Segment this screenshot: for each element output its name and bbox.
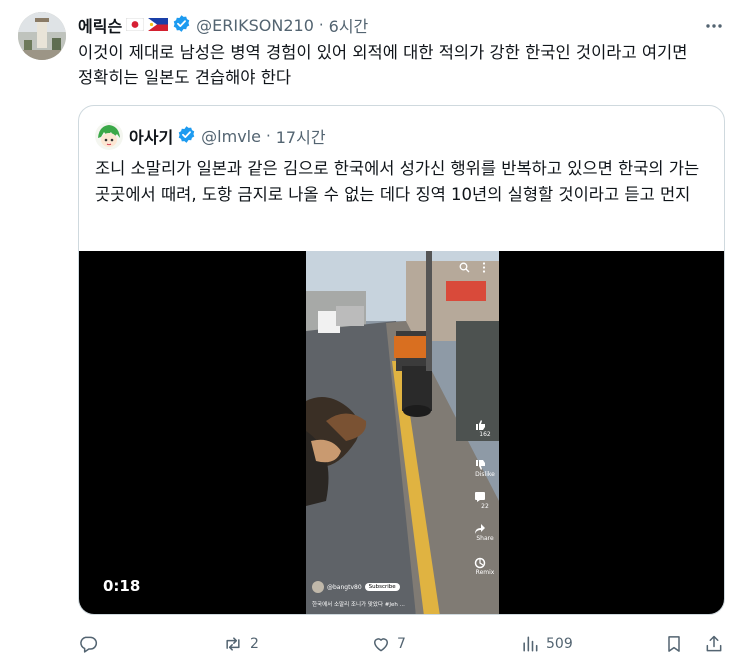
quote-separator-dot: · — [265, 127, 271, 145]
japan-flag-icon — [125, 16, 145, 35]
tweet-actions: 2 7 509 — [78, 630, 728, 658]
tiktok-dislike-icon: Dislike — [474, 459, 496, 478]
tiktok-subscribe-button: Subscribe — [364, 583, 400, 591]
tiktok-comment-icon: 22 — [474, 491, 496, 510]
tweet-text: 이것이 제대로 남성은 병역 경험이 있어 외적에 대한 적의가 강한 한국인 … — [78, 43, 688, 87]
reply-icon — [80, 636, 98, 653]
like-button[interactable]: 7 — [371, 630, 406, 658]
tiktok-channel-name: @bangtv80 — [327, 583, 362, 591]
share-icon — [706, 635, 722, 652]
quote-author-name[interactable]: 아사기 — [129, 124, 173, 148]
quote-timestamp: 17시간 — [275, 128, 326, 147]
bookmark-button[interactable] — [664, 630, 684, 658]
tiktok-like-icon: 162 — [474, 419, 496, 438]
quote-header: 아사기 @lmvle · 17시간 — [129, 123, 326, 149]
reply-button[interactable] — [78, 630, 104, 658]
tiktok-share-icon: Share — [474, 523, 496, 542]
tiktok-comment-count: 22 — [481, 503, 489, 510]
author-handle[interactable]: @ERIKSON210 — [196, 16, 314, 35]
tiktok-remix-icon: Remix — [474, 557, 496, 576]
repost-count: 2 — [250, 636, 259, 652]
search-icon — [459, 262, 470, 273]
verified-badge-icon[interactable] — [172, 14, 191, 37]
heart-icon — [374, 638, 388, 652]
quote-author-avatar[interactable] — [95, 122, 123, 150]
quote-author-handle: @lmvle — [201, 126, 261, 146]
author-name[interactable]: 에릭슨 — [78, 13, 122, 37]
tiktok-channel-row: @bangtv80 Subscribe — [312, 581, 400, 593]
channel-avatar — [312, 581, 324, 593]
repost-button[interactable]: 2 — [222, 630, 259, 658]
bookmark-icon — [668, 636, 680, 652]
tiktok-dislike-label: Dislike — [475, 471, 495, 478]
philippines-flag-icon — [148, 16, 169, 35]
quote-verified-badge-icon — [177, 125, 196, 148]
tweet-card[interactable]: 에릭슨 @ERIKSON210 · 6시간 이것이 제대로 남성은 병역 경험이… — [0, 0, 746, 669]
repost-icon — [226, 637, 240, 651]
more-options-icon[interactable] — [700, 12, 728, 40]
tweet-header: 에릭슨 @ERIKSON210 · 6시간 — [78, 12, 368, 38]
views-count: 509 — [546, 636, 573, 652]
tweet-timestamp[interactable]: 6시간 — [329, 13, 369, 37]
tiktok-like-count: 162 — [479, 431, 491, 438]
video-duration: 0:18 — [103, 577, 141, 595]
views-icon — [523, 636, 538, 652]
like-count: 7 — [397, 636, 406, 652]
tiktok-share-label: Share — [476, 535, 494, 542]
video-player[interactable]: 162 Dislike 22 Share Remix @bangtv80 Sub… — [79, 251, 724, 614]
quote-text: 조니 소말리가 일본과 같은 김으로 한국에서 성가신 행위를 반복하고 있으면… — [95, 159, 700, 204]
tiktok-remix-label: Remix — [475, 569, 495, 576]
separator-dot: · — [318, 16, 324, 34]
tiktok-caption: 한국에서 소말리 조니가 맞았다 #Jeh ... — [312, 602, 405, 608]
share-button[interactable] — [704, 630, 724, 658]
quoted-tweet[interactable]: 아사기 @lmvle · 17시간 조니 소말리가 일본과 같은 김으로 한국에… — [78, 105, 725, 615]
author-avatar[interactable] — [18, 12, 66, 60]
more-vertical-icon — [482, 262, 486, 273]
video-frame: 162 Dislike 22 Share Remix @bangtv80 Sub… — [306, 251, 499, 614]
views-button[interactable]: 509 — [520, 630, 573, 658]
